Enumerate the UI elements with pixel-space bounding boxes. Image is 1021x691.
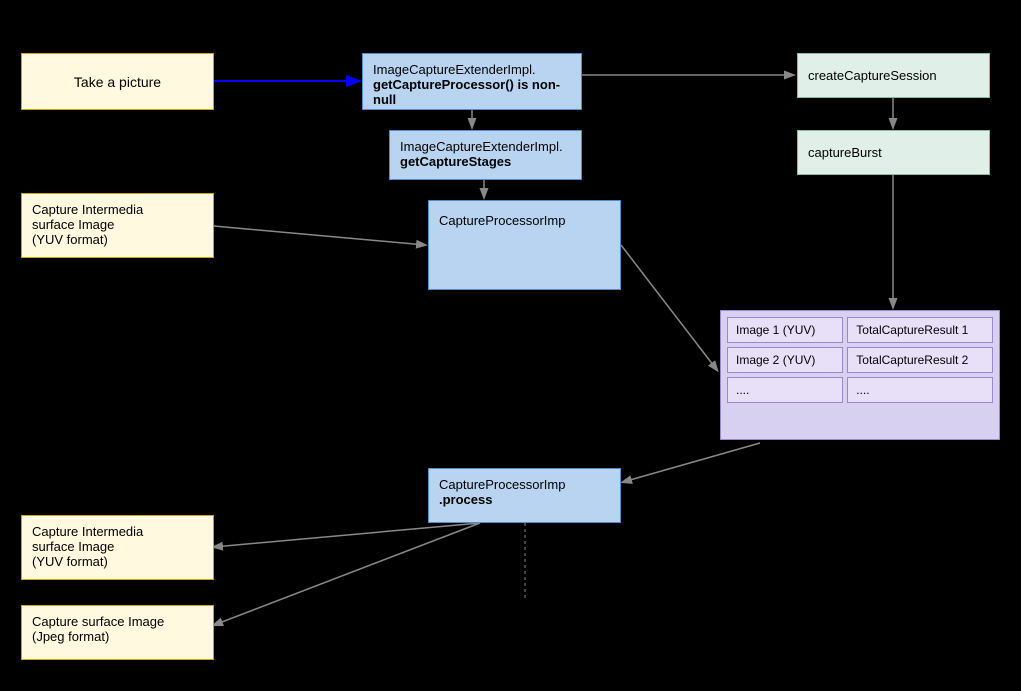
capture-processor-process-box: CaptureProcessorImp .process	[428, 468, 621, 523]
capture-intermedia-1-line3: (YUV format)	[32, 232, 203, 247]
get-capture-processor-line2: getCaptureProcessor() is non-null	[373, 77, 571, 107]
create-capture-session-label: createCaptureSession	[808, 68, 937, 83]
get-capture-stages-line2: getCaptureStages	[400, 154, 571, 169]
capture-surface-box: Capture surface Image (Jpeg format)	[21, 605, 214, 660]
get-capture-stages-box: ImageCaptureExtenderImpl. getCaptureStag…	[389, 130, 582, 180]
capture-intermedia-2-line3: (YUV format)	[32, 554, 203, 569]
capture-processor-impl-1-box: CaptureProcessorImp	[428, 200, 621, 290]
table-cell-result2: TotalCaptureResult 2	[847, 347, 993, 373]
capture-intermedia-1-line1: Capture Intermedia	[32, 202, 203, 217]
table-cell-img2: Image 2 (YUV)	[727, 347, 843, 373]
capture-intermedia-2-box: Capture Intermedia surface Image (YUV fo…	[21, 515, 214, 580]
table-row: Image 2 (YUV) TotalCaptureResult 2	[727, 347, 993, 373]
take-picture-box: Take a picture	[21, 53, 214, 110]
get-capture-processor-line1: ImageCaptureExtenderImpl.	[373, 62, 571, 77]
table-row: Image 1 (YUV) TotalCaptureResult 1	[727, 317, 993, 343]
capture-intermedia-2-line2: surface Image	[32, 539, 203, 554]
table-cell-img1: Image 1 (YUV)	[727, 317, 843, 343]
capture-intermedia-2-line1: Capture Intermedia	[32, 524, 203, 539]
table-row: .... ....	[727, 377, 993, 403]
capture-processor-process-line1: CaptureProcessorImp	[439, 477, 610, 492]
capture-intermedia-1-box: Capture Intermedia surface Image (YUV fo…	[21, 193, 214, 258]
table-cell-result1: TotalCaptureResult 1	[847, 317, 993, 343]
capture-burst-box: captureBurst	[797, 130, 990, 175]
table-cell-dots2: ....	[847, 377, 993, 403]
create-capture-session-box: createCaptureSession	[797, 53, 990, 98]
get-capture-stages-line1: ImageCaptureExtenderImpl.	[400, 139, 571, 154]
take-picture-label: Take a picture	[74, 74, 161, 90]
capture-processor-impl-1-label: CaptureProcessorImp	[439, 213, 610, 228]
capture-burst-label: captureBurst	[808, 145, 882, 160]
capture-intermedia-1-line2: surface Image	[32, 217, 203, 232]
capture-surface-line2: (Jpeg format)	[32, 629, 203, 644]
table-outer: Image 1 (YUV) TotalCaptureResult 1 Image…	[720, 310, 1000, 440]
capture-surface-line1: Capture surface Image	[32, 614, 203, 629]
table-cell-dots1: ....	[727, 377, 843, 403]
capture-processor-process-line2: .process	[439, 492, 610, 507]
get-capture-processor-box: ImageCaptureExtenderImpl. getCaptureProc…	[362, 53, 582, 110]
